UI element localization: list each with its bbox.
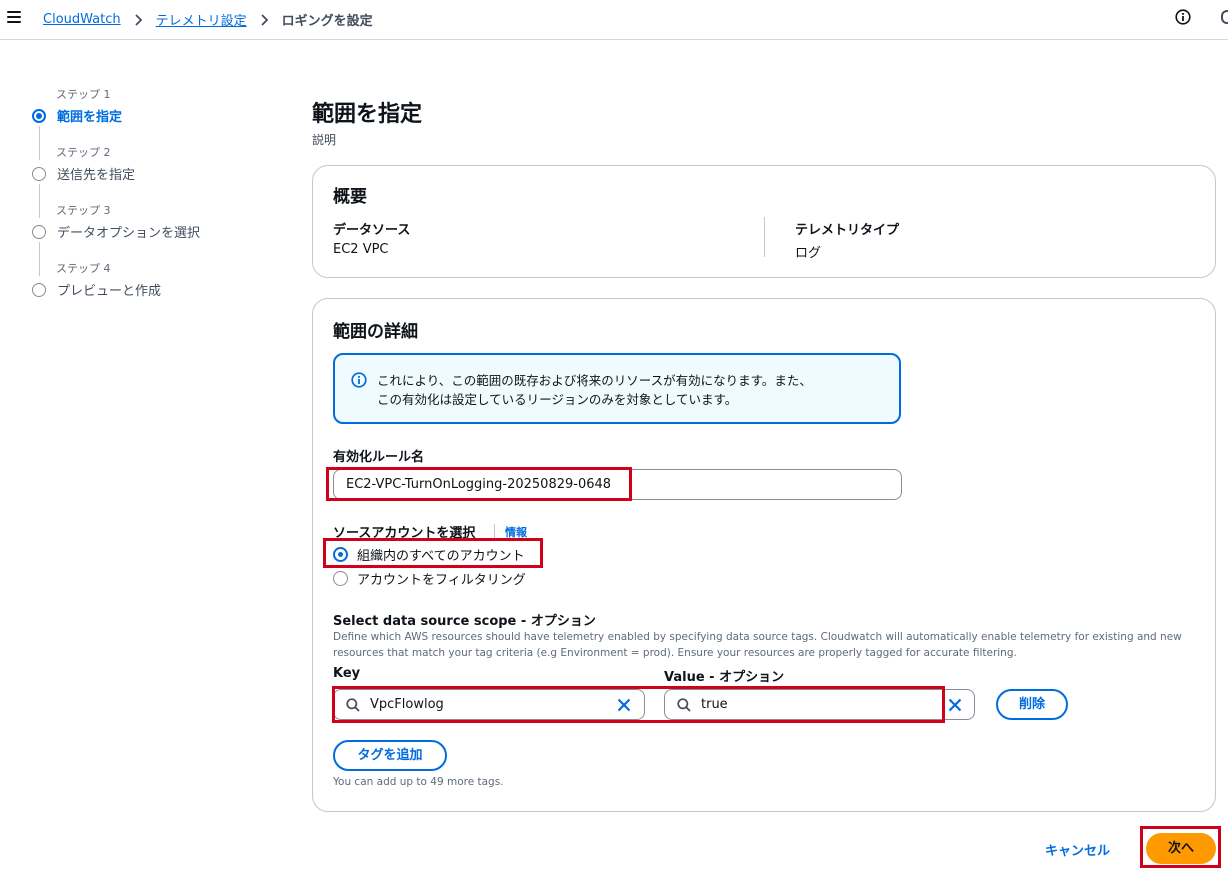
step-indicator-icon [32,225,46,239]
rule-name-input[interactable]: EC2-VPC-TurnOnLogging-20250829-0648 [333,469,902,500]
data-source-value: EC2 VPC [333,242,389,257]
tag-value-input[interactable]: true [664,689,975,720]
radio-selected-icon[interactable] [333,547,348,562]
step-number: ステップ 3 [56,204,111,217]
tag-value-value: true [701,697,728,712]
info-icon [351,372,367,388]
step-3[interactable]: ステップ 3 データオプションを選択 [30,202,270,276]
clear-key-icon[interactable] [617,698,631,712]
alert-line-1: これにより、この範囲の既存および将来のリソースが有効になります。また、 [377,373,812,388]
overview-card: 概要 データソース EC2 VPC テレメトリタイプ ログ [312,165,1216,278]
label-divider [494,524,495,538]
column-divider [764,217,765,257]
breadcrumb-cloudwatch-link[interactable]: CloudWatch [43,12,121,27]
step-active-indicator-icon [32,109,46,123]
value-label: Value - オプション [664,670,785,685]
clear-value-icon[interactable] [948,698,962,712]
info-icon[interactable] [1175,9,1191,25]
step-4[interactable]: ステップ 4 プレビューと作成 [30,260,270,318]
chevron-right-icon [134,13,142,26]
step-indicator-icon [32,167,46,181]
step-1[interactable]: ステップ 1 範囲を指定 [30,86,270,160]
cancel-button[interactable]: キャンセル [1045,840,1110,859]
step-2[interactable]: ステップ 2 送信先を指定 [30,144,270,218]
data-source-field: データソース EC2 VPC [333,219,410,257]
step-label[interactable]: 範囲を指定 [57,106,122,125]
step-label: データオプションを選択 [57,226,201,241]
step-number: ステップ 1 [56,88,111,101]
source-account-label: ソースアカウントを選択 [333,526,476,541]
overview-title: 概要 [333,187,367,207]
radio-label: 組織内のすべてのアカウント [357,549,525,564]
scope-details-title: 範囲の詳細 [333,322,418,342]
rule-name-label: 有効化ルール名 [333,450,425,465]
next-button[interactable]: 次へ [1146,833,1216,864]
scope-details-card: 範囲の詳細 これにより、この範囲の既存および将来のリソースが有効になります。また… [312,298,1216,812]
tag-key-value: VpcFlowlog [370,697,444,712]
step-number: ステップ 4 [56,262,111,275]
step-label: 送信先を指定 [57,168,136,183]
search-icon [677,698,691,712]
alert-message: これにより、この範囲の既存および将来のリソースが有効になります。また、 この有効… [377,371,812,409]
scope-title: Select data source scope - オプション [333,614,596,629]
info-link[interactable]: 情報 [505,524,527,540]
wizard-steps: ステップ 1 範囲を指定 ステップ 2 送信先を指定 ステップ 3 データオプシ… [30,86,270,318]
tag-key-input[interactable]: VpcFlowlog [333,689,645,720]
key-label: Key [333,666,361,681]
radio-all-accounts[interactable]: 組織内のすべてのアカウント [333,545,525,564]
panel-toggle-icon[interactable] [1221,10,1228,24]
info-alert: これにより、この範囲の既存および将来のリソースが有効になります。また、 この有効… [333,353,901,424]
hamburger-menu-icon[interactable] [7,10,21,24]
alert-line-2: この有効化は設定しているリージョンのみを対象としています。 [377,392,738,407]
radio-label: アカウントをフィルタリング [357,573,526,588]
breadcrumb-telemetry-settings-link[interactable]: テレメトリ設定 [156,10,247,29]
data-source-label: データソース [333,223,411,238]
chevron-right-icon [260,13,268,26]
tags-remaining-hint: You can add up to 49 more tags. [333,776,504,788]
add-tag-button[interactable]: タグを追加 [333,740,447,771]
telemetry-type-value: ログ [795,246,822,261]
page-title: 範囲を指定 [312,102,423,127]
telemetry-type-field: テレメトリタイプ ログ [795,219,899,261]
radio-unselected-icon[interactable] [333,571,348,586]
top-navigation-bar: CloudWatch テレメトリ設定 ロギングを設定 [0,0,1228,40]
step-label: プレビューと作成 [57,284,162,299]
telemetry-type-label: テレメトリタイプ [795,223,900,238]
step-indicator-icon [32,283,46,297]
scope-description: Define which AWS resources should have t… [333,631,1182,659]
breadcrumb-current: ロギングを設定 [281,14,373,29]
step-number: ステップ 2 [56,146,111,159]
page-description: 説明 [312,133,337,147]
search-icon [346,698,360,712]
radio-filter-accounts[interactable]: アカウントをフィルタリング [333,569,526,588]
breadcrumb: CloudWatch テレメトリ設定 ロギングを設定 [43,10,373,29]
remove-tag-button[interactable]: 削除 [996,689,1068,720]
